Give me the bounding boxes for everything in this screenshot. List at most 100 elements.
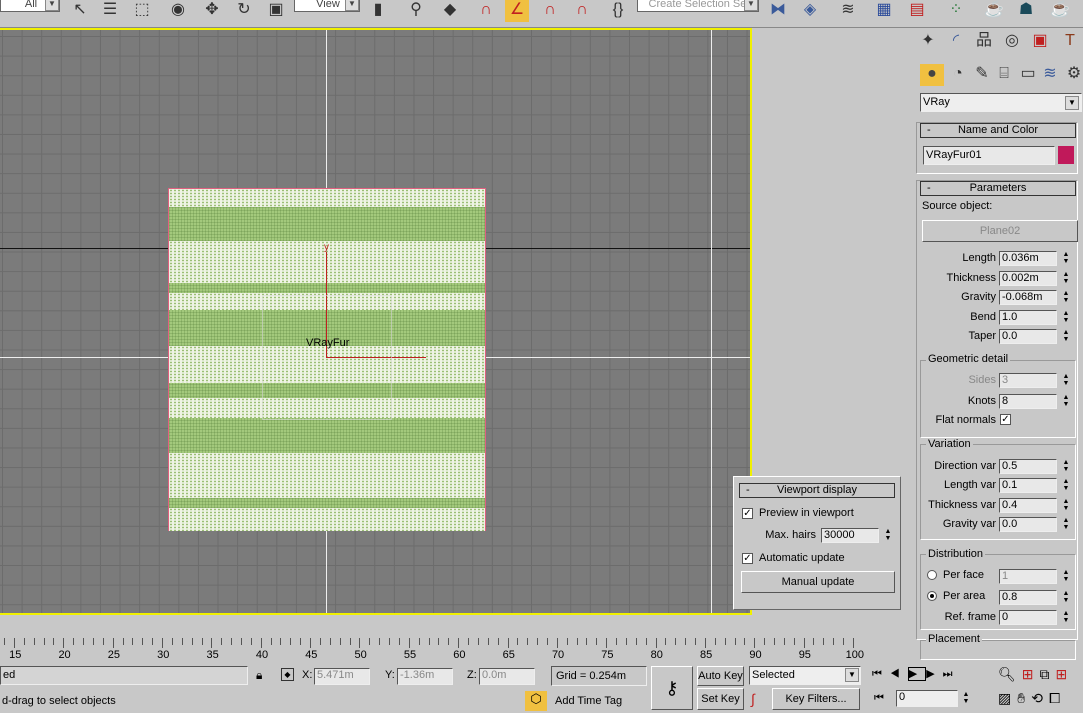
go-to-start-icon[interactable]: ⏮ xyxy=(872,668,890,680)
parameters-header[interactable]: - Parameters xyxy=(920,181,1076,196)
layer-manager-icon[interactable]: ≋ xyxy=(836,0,860,22)
space-warps-icon[interactable]: ≋ xyxy=(1038,64,1062,86)
spinner-icon[interactable]: ▲ ▼ xyxy=(1061,373,1071,388)
per-area-field[interactable]: 0.8 xyxy=(999,590,1057,605)
utilities-tab-icon[interactable]: T xyxy=(1058,31,1082,53)
link-icon[interactable]: ⚲ xyxy=(404,0,428,22)
maximize-viewport-icon[interactable]: ⧠ xyxy=(1049,690,1066,706)
variation-field[interactable]: 0.5 xyxy=(999,459,1057,474)
render-setup-icon[interactable]: ☕ xyxy=(982,0,1006,22)
display-tab-icon[interactable]: ▣ xyxy=(1028,31,1052,53)
param-field[interactable]: 0.036m xyxy=(999,251,1057,266)
per-face-field[interactable]: 1 xyxy=(999,569,1057,584)
absolute-mode-icon[interactable]: ◆ xyxy=(281,668,294,681)
systems-icon[interactable]: ⚙ xyxy=(1062,64,1083,86)
lock-icon[interactable]: 🔒︎ xyxy=(256,668,262,683)
move-icon[interactable]: ✥ xyxy=(200,0,224,22)
flat-normals-checkbox[interactable]: ✓ xyxy=(1000,414,1011,425)
source-object-button[interactable]: Plane02 xyxy=(922,220,1078,242)
spinner-icon[interactable]: ▲ ▼ xyxy=(1061,271,1071,286)
per-area-radio[interactable] xyxy=(927,591,937,601)
auto-update-checkbox[interactable]: ✓ xyxy=(742,553,753,564)
set-key-mode-button[interactable]: ⚷ xyxy=(651,666,693,710)
next-frame-icon[interactable]: ▶ xyxy=(926,668,942,680)
variation-field[interactable]: 0.4 xyxy=(999,497,1057,513)
fov-icon[interactable]: ▨ xyxy=(998,690,1017,706)
shapes-icon[interactable]: ◔ xyxy=(946,64,970,86)
param-field[interactable]: 0.002m xyxy=(999,270,1057,286)
add-time-tag[interactable]: Add Time Tag xyxy=(555,695,622,707)
material-editor-icon[interactable]: ⁘ xyxy=(944,0,968,22)
mirror-icon[interactable]: ⧓ xyxy=(766,0,790,22)
zoom-extents-all-icon[interactable]: ⊞ xyxy=(1056,666,1074,682)
window-crossing-icon[interactable]: ◉ xyxy=(166,0,190,22)
max-hairs-field[interactable]: 30000 xyxy=(821,528,879,543)
spinner-icon[interactable]: ▲ ▼ xyxy=(1061,590,1071,605)
rect-selection-icon[interactable]: ⬚ xyxy=(130,0,154,22)
pan-icon[interactable]: ✋︎ xyxy=(1017,690,1031,706)
selection-filter-dropdown[interactable]: All ▼ xyxy=(0,0,60,12)
key-filters-button[interactable]: Key Filters... xyxy=(772,688,860,710)
previous-frame-icon[interactable]: ◀ xyxy=(890,668,908,680)
quick-render-icon[interactable]: ☕ xyxy=(1048,0,1072,22)
perspective-viewport[interactable]: y VRayFur xyxy=(0,28,752,615)
angle-snap-icon[interactable]: ∠ xyxy=(505,0,529,22)
spinner-icon[interactable]: ▲ ▼ xyxy=(1061,251,1071,266)
key-mode-toggle-icon[interactable]: ⏮ xyxy=(874,692,884,705)
time-tag-icon[interactable]: ⬡ xyxy=(525,691,547,711)
param-field[interactable]: 0.0 xyxy=(999,329,1057,344)
select-by-name-icon[interactable]: ☰ xyxy=(98,0,122,22)
y-coordinate-field[interactable]: -1.36m xyxy=(397,668,453,685)
spinner-icon[interactable]: ▲ ▼ xyxy=(961,691,971,706)
preview-checkbox[interactable]: ✓ xyxy=(742,508,753,519)
object-color-swatch[interactable] xyxy=(1058,146,1074,164)
spinner-snap-icon[interactable]: ∩ xyxy=(570,0,594,22)
spinner-icon[interactable]: ▲ ▼ xyxy=(1061,517,1071,532)
percent-snap-icon[interactable]: ∩ xyxy=(538,0,562,22)
manual-update-button[interactable]: Manual update xyxy=(741,571,895,593)
edit-named-selection-icon[interactable]: {} xyxy=(606,0,630,22)
per-face-radio[interactable] xyxy=(927,570,937,580)
sides-field[interactable]: 3 xyxy=(999,373,1057,388)
lights-icon[interactable]: ✎ xyxy=(970,64,994,86)
create-tab-icon[interactable]: ✦ xyxy=(916,31,940,53)
scale-icon[interactable]: ▣ xyxy=(264,0,288,22)
spinner-icon[interactable]: ▲ ▼ xyxy=(1061,569,1071,584)
spinner-icon[interactable]: ▲ ▼ xyxy=(1061,310,1071,325)
reference-coord-dropdown[interactable]: View ▼ xyxy=(294,0,360,12)
auto-key-button[interactable]: Auto Key xyxy=(697,666,744,686)
go-to-end-icon[interactable]: ⏭ xyxy=(943,668,961,680)
key-mode-dropdown[interactable]: Selected ▼ xyxy=(749,666,861,685)
spinner-icon[interactable]: ▲ ▼ xyxy=(1061,478,1071,493)
zoom-icon[interactable]: 🔍︎ xyxy=(998,666,1022,682)
named-selection-dropdown[interactable]: Create Selection Set ▼ xyxy=(637,0,759,12)
snap-icon[interactable]: ∩ xyxy=(474,0,498,22)
zoom-all-icon[interactable]: ⊞ xyxy=(1022,666,1040,682)
helpers-icon[interactable]: ▭ xyxy=(1016,64,1040,86)
time-ruler[interactable]: 15 20 25 30 35 40 45 50 55 60 65 70 75 80 85 90 95 100 xyxy=(0,634,912,662)
object-name-field[interactable]: VRayFur01 xyxy=(923,146,1055,165)
curve-editor-icon[interactable]: ▦ xyxy=(872,0,896,22)
category-dropdown[interactable]: VRay ▼ xyxy=(920,93,1082,112)
ref-frame-field[interactable]: 0 xyxy=(999,610,1057,625)
play-icon[interactable]: ▶ xyxy=(907,667,927,681)
spinner-icon[interactable]: ▲ ▼ xyxy=(1061,329,1071,344)
spinner-icon[interactable]: ▲ ▼ xyxy=(1061,290,1071,305)
rotate-icon[interactable]: ↻ xyxy=(232,0,256,22)
variation-field[interactable]: 0.1 xyxy=(999,478,1057,494)
motion-tab-icon[interactable]: ◎ xyxy=(1000,31,1024,53)
hierarchy-tab-icon[interactable]: 品 xyxy=(972,31,996,53)
cameras-icon[interactable]: ⌸ xyxy=(992,64,1016,86)
set-key-button[interactable]: Set Key xyxy=(697,688,744,710)
modify-tab-icon[interactable]: ◜ xyxy=(944,31,968,53)
name-color-header[interactable]: - Name and Color xyxy=(920,123,1076,138)
geometry-icon[interactable]: ● xyxy=(920,64,944,86)
spinner-icon[interactable]: ▲ ▼ xyxy=(1061,498,1071,513)
variation-field[interactable]: 0.0 xyxy=(999,516,1057,532)
select-manipulate-icon[interactable]: ◆ xyxy=(438,0,462,22)
align-icon[interactable]: ◈ xyxy=(798,0,822,22)
x-coordinate-field[interactable]: 5.471m xyxy=(314,668,370,685)
z-coordinate-field[interactable]: 0.0m xyxy=(479,668,535,685)
pivot-icon[interactable]: ▮ xyxy=(366,0,390,22)
schematic-view-icon[interactable]: ▤ xyxy=(905,0,929,22)
